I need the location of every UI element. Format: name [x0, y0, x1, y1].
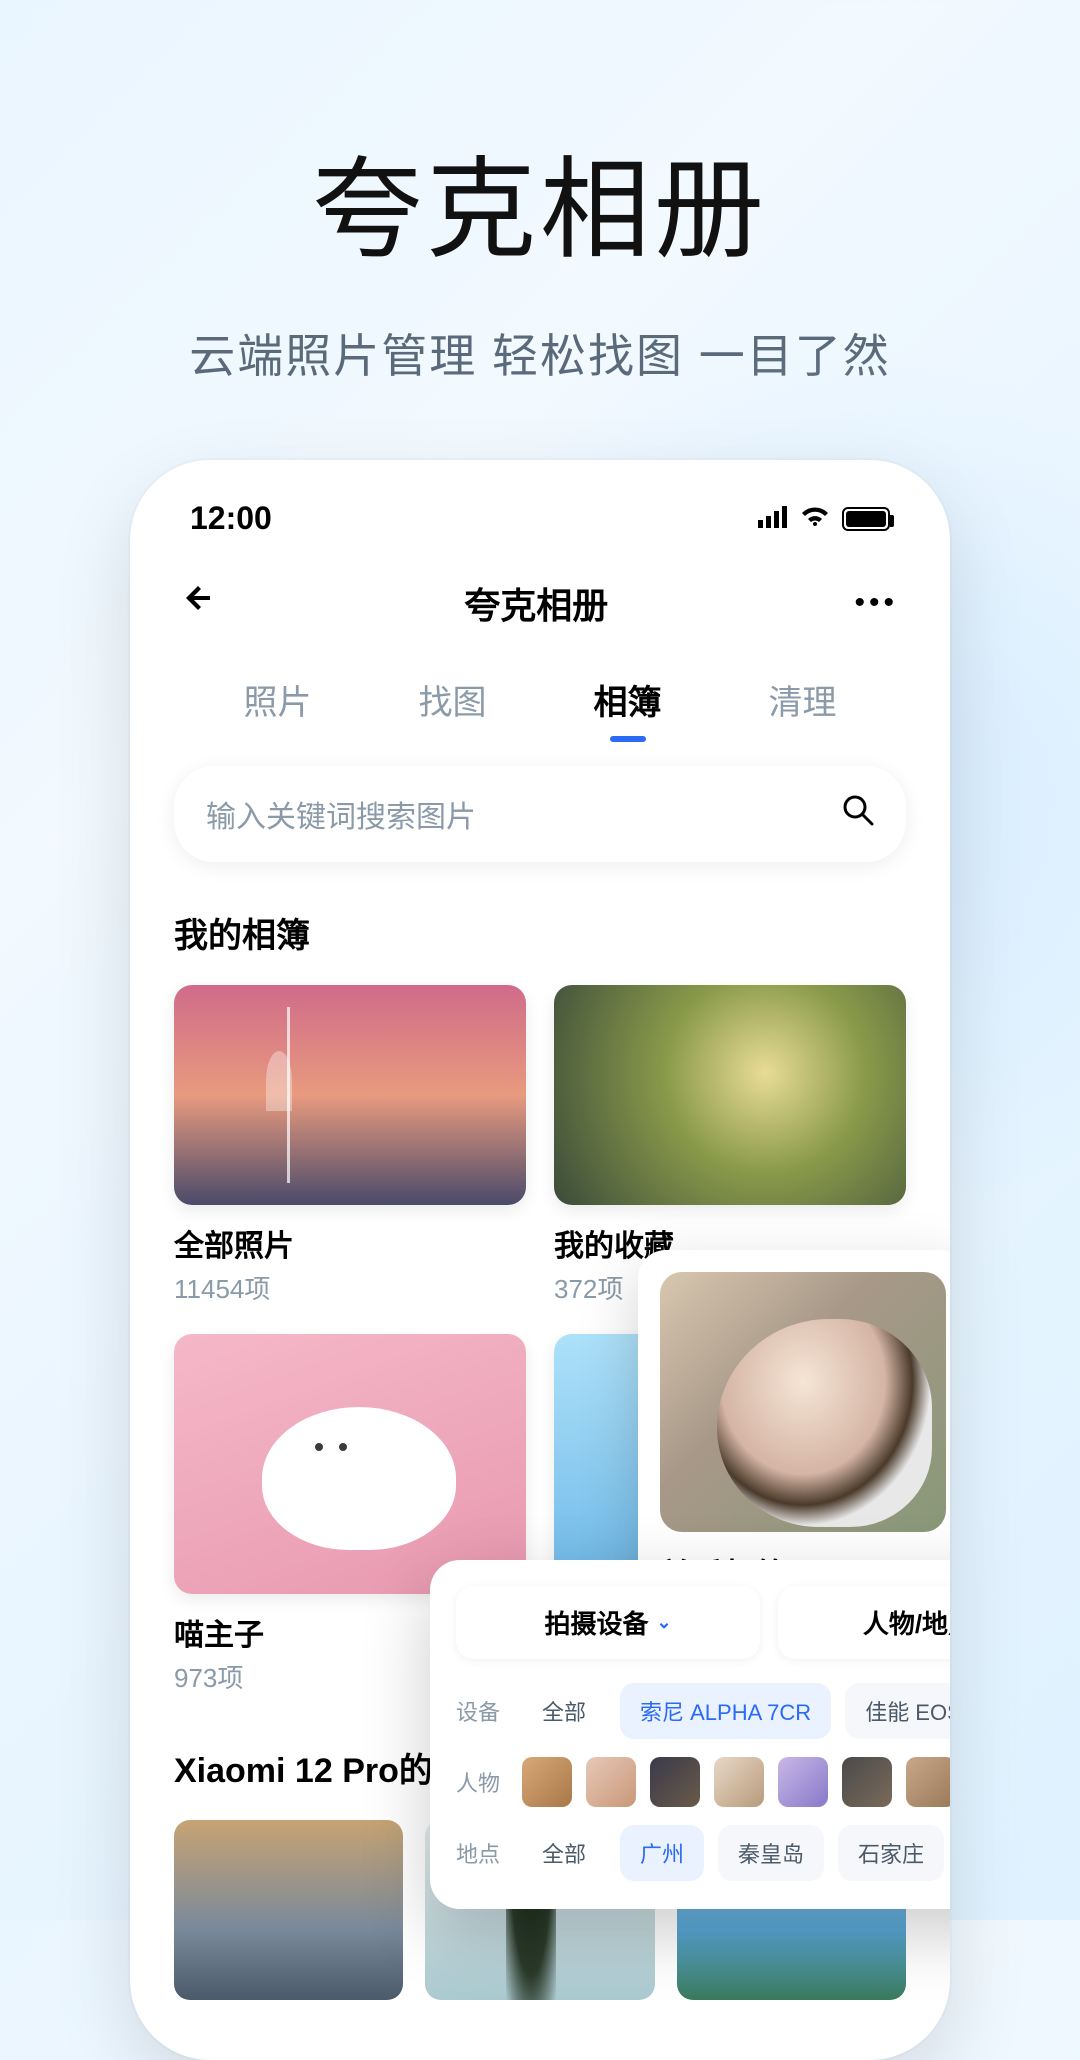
search-icon[interactable]: [842, 794, 874, 835]
filter-panel: 拍摄设备 ⌄ 人物/地点 ⌄ 设备 全部 索尼 ALPHA 7CR 佳能 EOS…: [430, 1560, 950, 1909]
search-placeholder: 输入关键词搜索图片: [206, 792, 476, 836]
wifi-icon: [800, 503, 830, 535]
tab-albums[interactable]: 相簿: [590, 667, 666, 732]
album-count: 11454项: [174, 1269, 526, 1306]
tab-photos[interactable]: 照片: [240, 667, 316, 732]
chevron-down-icon: ⌄: [656, 1612, 671, 1633]
chip-device-all[interactable]: 全部: [522, 1683, 606, 1739]
chip-place-guangzhou[interactable]: 广州: [620, 1825, 704, 1881]
person-avatar[interactable]: [650, 1757, 700, 1807]
status-time: 12:00: [190, 500, 272, 537]
filter-row-people: 人物: [456, 1757, 950, 1807]
chip-place-qinhuangdao[interactable]: 秦皇岛: [718, 1825, 824, 1881]
dropdown-people-place[interactable]: 人物/地点 ⌄: [778, 1586, 950, 1659]
dropdown-label: 人物/地点: [863, 1604, 950, 1641]
tab-cleanup[interactable]: 清理: [765, 667, 841, 732]
nav-bar: 夸克相册 •••: [170, 567, 910, 659]
chip-device-canon[interactable]: 佳能 EOS R6 Mark II: [845, 1683, 950, 1739]
hero-title: 夸克相册: [0, 120, 1080, 280]
album-all-photos[interactable]: 全部照片 11454项: [174, 985, 526, 1306]
back-icon[interactable]: [182, 580, 218, 626]
tab-search[interactable]: 找图: [415, 667, 491, 732]
status-bar: 12:00: [170, 500, 910, 567]
more-icon[interactable]: •••: [854, 586, 898, 620]
album-cover: [554, 985, 906, 1205]
album-name: 全部照片: [174, 1221, 526, 1265]
person-avatar[interactable]: [522, 1757, 572, 1807]
hero: 夸克相册 云端照片管理 轻松找图 一目了然: [0, 0, 1080, 386]
dropdown-label: 拍摄设备: [544, 1604, 648, 1641]
nav-title: 夸克相册: [464, 577, 608, 629]
person-avatar[interactable]: [906, 1757, 950, 1807]
album-cover: [174, 985, 526, 1205]
battery-icon: [842, 507, 890, 531]
person-avatar[interactable]: [842, 1757, 892, 1807]
person-avatar[interactable]: [586, 1757, 636, 1807]
featured-album-cover: [660, 1272, 946, 1532]
search-bar[interactable]: 输入关键词搜索图片: [174, 766, 906, 862]
phone-frame: 12:00 夸克相册 ••• 照片 找图 相簿 清理 输入关键词搜索图片 我的相…: [130, 460, 950, 2060]
filter-row-place: 地点 全部 广州 秦皇岛 石家庄 呼和浩特 杭州: [456, 1825, 950, 1881]
person-avatar[interactable]: [714, 1757, 764, 1807]
dropdown-device[interactable]: 拍摄设备 ⌄: [456, 1586, 760, 1659]
filter-label-place: 地点: [456, 1837, 508, 1869]
section-my-albums-title: 我的相簿: [170, 898, 910, 985]
chip-device-sony[interactable]: 索尼 ALPHA 7CR: [620, 1683, 831, 1739]
person-avatar[interactable]: [778, 1757, 828, 1807]
album-cover: [174, 1334, 526, 1594]
filter-label-device: 设备: [456, 1695, 508, 1727]
filter-label-people: 人物: [456, 1766, 508, 1798]
signal-icon: [758, 503, 788, 535]
local-album-cover[interactable]: [174, 1820, 403, 2000]
tabs: 照片 找图 相簿 清理: [170, 659, 910, 756]
filter-top-row: 拍摄设备 ⌄ 人物/地点 ⌄: [456, 1586, 950, 1659]
chip-place-all[interactable]: 全部: [522, 1825, 606, 1881]
chip-place-shijiazhuang[interactable]: 石家庄: [838, 1825, 944, 1881]
filter-row-device: 设备 全部 索尼 ALPHA 7CR 佳能 EOS R6 Mark II 尼康: [456, 1683, 950, 1739]
status-icons: [758, 503, 890, 535]
